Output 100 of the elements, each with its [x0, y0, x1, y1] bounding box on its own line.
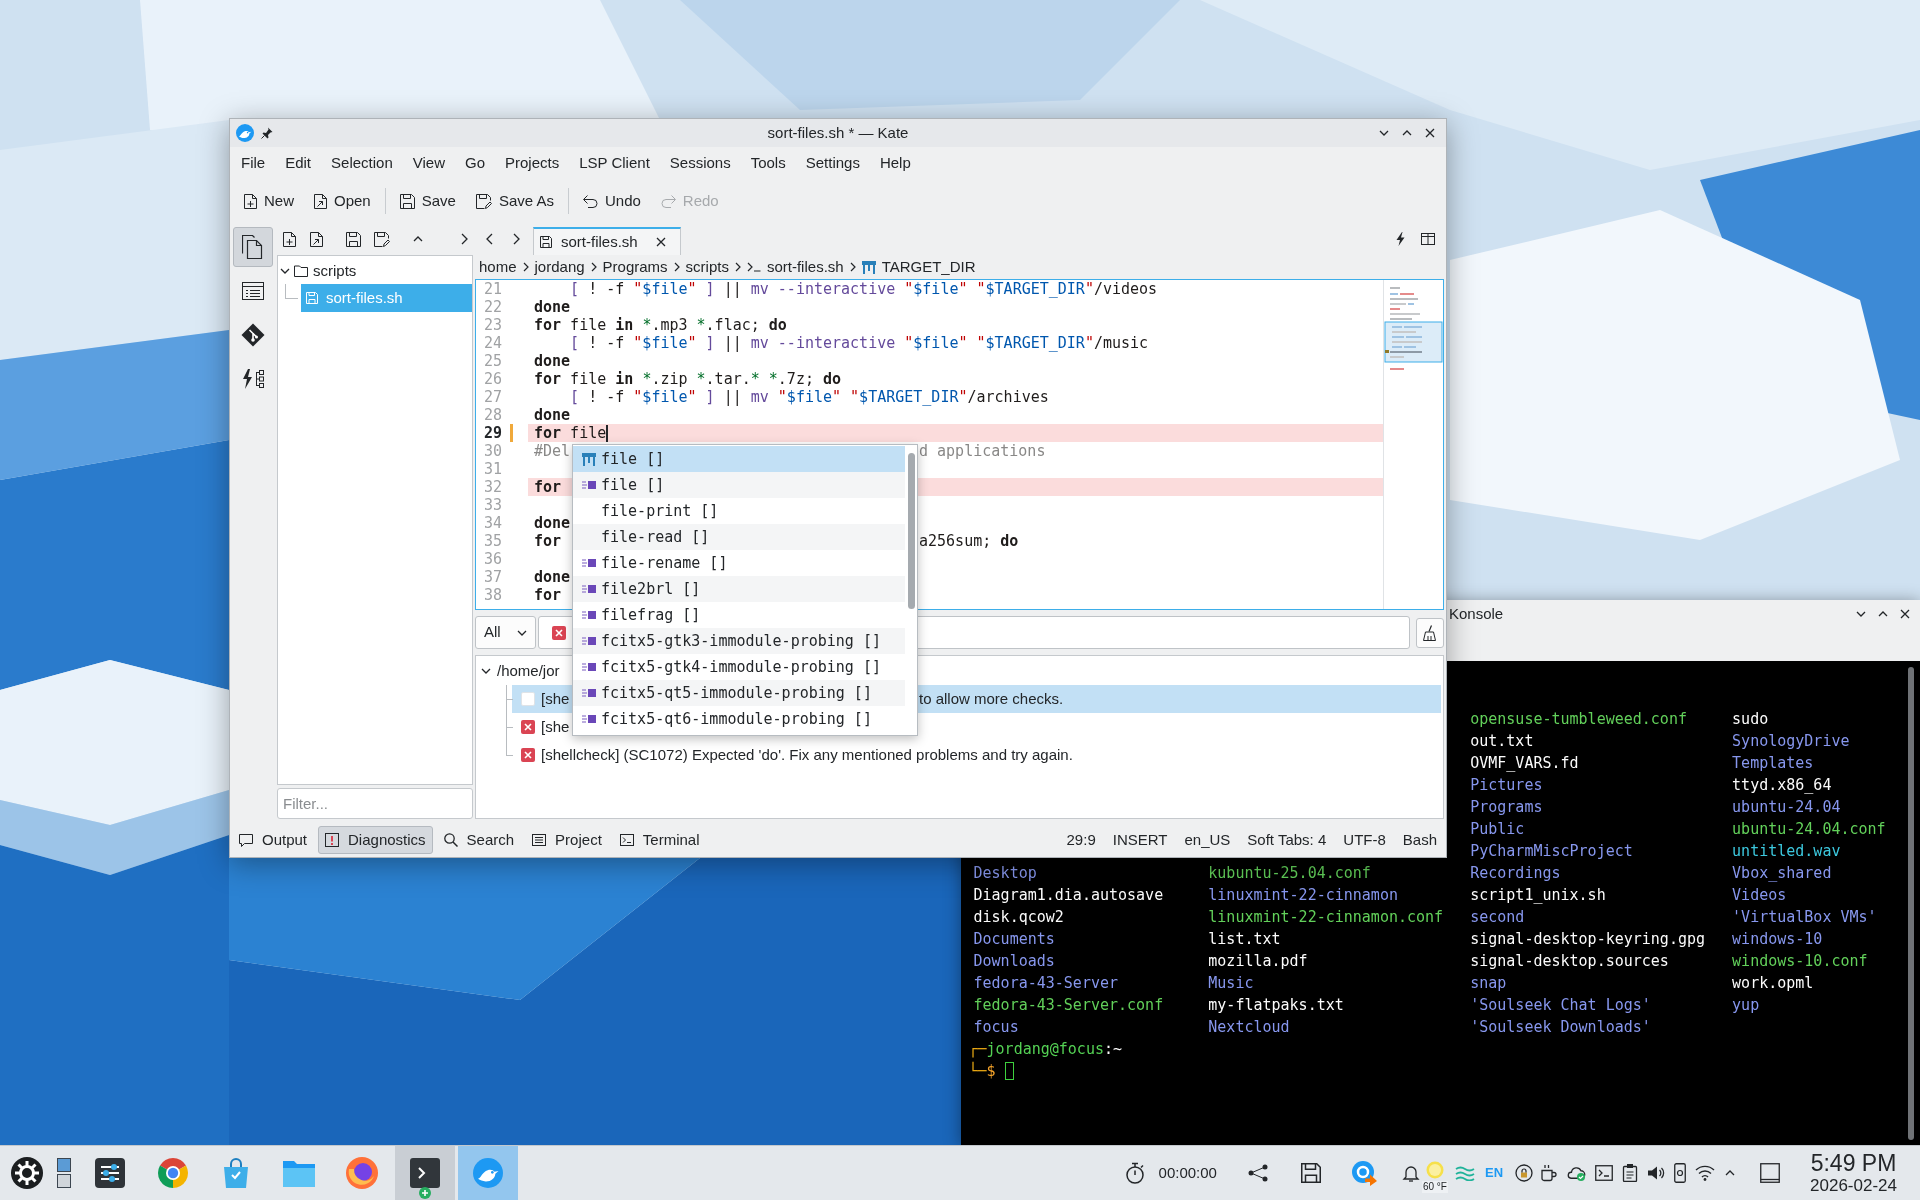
line-number: 24 [483, 334, 502, 352]
menu-item[interactable]: Go [455, 149, 495, 177]
breadcrumb-item[interactable]: home [479, 255, 517, 279]
round-logo-icon[interactable] [157, 1157, 189, 1189]
minimize-icon[interactable] [1856, 611, 1866, 617]
chevron-up-icon[interactable] [1725, 1170, 1736, 1176]
lock-circle-icon[interactable] [1515, 1164, 1534, 1182]
timer-text[interactable]: 00:00:00 [1158, 1161, 1217, 1185]
scope-dropdown[interactable]: All [475, 616, 536, 649]
close-icon[interactable] [1900, 609, 1910, 619]
toolbar-item[interactable]: Save As [469, 185, 560, 217]
bell-icon[interactable] [1401, 1164, 1420, 1182]
taskbar-button[interactable] [395, 1146, 455, 1200]
panel-tab[interactable]: Output [232, 826, 315, 854]
bird-icon[interactable] [236, 124, 254, 142]
error-icon[interactable] [552, 625, 566, 640]
completion-item[interactable]: fcitx5-qt5-immodule-probing [] [573, 680, 905, 706]
close-icon[interactable] [1425, 128, 1435, 138]
menu-item[interactable]: Tools [740, 149, 796, 177]
chevron-left-icon[interactable] [486, 233, 493, 245]
toolbar-item[interactable]: Save [393, 185, 462, 217]
breadcrumb-item[interactable]: TARGET_DIR [861, 255, 976, 279]
stacked-squares-icon[interactable] [57, 1158, 71, 1188]
clock-date[interactable]: 2026-02-24 [1810, 1176, 1897, 1196]
floppy-icon[interactable] [1300, 1163, 1321, 1183]
scrollbar-thumb[interactable] [907, 453, 915, 609]
completion-item[interactable]: file2brl [] [573, 576, 905, 602]
status-item[interactable]: 29:9 [1066, 828, 1096, 852]
panel-tab[interactable]: Project [525, 826, 609, 854]
bolt-icon[interactable] [1396, 232, 1405, 246]
globe-logo-icon[interactable] [346, 1157, 378, 1189]
breadcrumb-item[interactable]: scripts [685, 255, 729, 279]
panel-tab[interactable]: Search [436, 826, 522, 854]
chevron-down-icon[interactable] [481, 668, 491, 674]
cup-icon[interactable] [1540, 1164, 1559, 1182]
maximize-icon[interactable] [1402, 130, 1412, 136]
list-icon[interactable] [241, 282, 264, 300]
chevron-up-icon[interactable] [413, 236, 423, 242]
close-icon[interactable] [655, 237, 666, 247]
filter-field[interactable]: Filter... [277, 788, 473, 819]
file-name: out.txt [1470, 731, 1534, 752]
bolt-tree-icon[interactable] [241, 369, 264, 389]
scrollbar[interactable] [1908, 667, 1914, 1140]
floppy-icon[interactable] [346, 231, 361, 247]
speaker-icon[interactable] [1647, 1165, 1666, 1181]
floppy-pencil-icon[interactable] [374, 231, 390, 247]
breadcrumb-item[interactable]: jordang [534, 255, 585, 279]
completion-item[interactable]: file-read [] [573, 524, 905, 550]
panel-tab[interactable]: Terminal [612, 826, 707, 854]
pin-icon[interactable] [261, 127, 273, 139]
menu-item[interactable]: Projects [495, 149, 570, 177]
breadcrumb-item[interactable]: Programs [602, 255, 668, 279]
show-desktop-icon[interactable] [1760, 1163, 1781, 1183]
menu-item[interactable]: Selection [321, 149, 403, 177]
toolbar-item[interactable]: Undo [576, 185, 647, 217]
menu-item[interactable]: Edit [275, 149, 322, 177]
status-item[interactable]: en_US [1184, 828, 1231, 852]
menu-item[interactable]: Settings [795, 149, 870, 177]
panel-tab[interactable]: Diagnostics [318, 826, 433, 854]
stopwatch-icon[interactable] [1124, 1162, 1145, 1184]
status-item[interactable]: Bash [1402, 828, 1437, 852]
menu-item[interactable]: View [402, 149, 455, 177]
new-document-icon[interactable] [283, 231, 296, 247]
tree-item[interactable]: /home/jor [497, 659, 560, 683]
editor-tab[interactable]: sort-files.sh [533, 227, 681, 255]
toolbar-item[interactable]: Open [308, 185, 377, 217]
phone-icon[interactable] [1674, 1163, 1687, 1183]
bag-icon[interactable] [222, 1158, 250, 1188]
clipboard-icon[interactable] [1622, 1164, 1639, 1182]
split-view-icon[interactable] [1421, 233, 1435, 245]
wifi-icon[interactable] [1695, 1165, 1716, 1181]
nodes-icon[interactable] [1247, 1164, 1268, 1182]
toolbar-item[interactable]: New [238, 185, 300, 217]
chevron-right-icon[interactable] [513, 233, 520, 245]
menu-item[interactable]: LSP Client [569, 149, 660, 177]
completion-item[interactable]: fcitx5-gtk3-immodule-probing [] [573, 628, 905, 654]
menu-item[interactable]: Sessions [659, 149, 741, 177]
menu-item[interactable]: Help [869, 149, 921, 177]
cloud-check-icon[interactable] [1566, 1165, 1587, 1181]
status-item[interactable]: INSERT [1112, 828, 1168, 852]
status-item[interactable]: Soft Tabs: 4 [1247, 828, 1327, 852]
completion-item[interactable]: file [] [573, 472, 905, 498]
clear-button[interactable] [1416, 617, 1444, 648]
sliders-icon[interactable] [95, 1158, 125, 1188]
tree-item[interactable]: scripts [294, 258, 361, 284]
status-item[interactable]: UTF-8 [1343, 828, 1386, 852]
clock-time[interactable]: 5:49 PM [1810, 1150, 1897, 1176]
gear-icon[interactable] [11, 1157, 43, 1189]
completion-item[interactable]: file [] [573, 446, 905, 472]
menu-item[interactable]: File [231, 149, 276, 177]
chevron-right-icon[interactable] [461, 233, 468, 245]
side-panel-button[interactable] [232, 227, 273, 267]
maximize-icon[interactable] [1878, 611, 1888, 617]
git-icon[interactable] [240, 323, 265, 347]
terminal-icon[interactable] [1595, 1165, 1614, 1181]
document-arrow-icon[interactable] [310, 231, 323, 247]
breadcrumb-item[interactable]: sort-files.sh [746, 255, 844, 279]
minimize-icon[interactable] [1379, 130, 1389, 136]
chevron-down-icon[interactable] [280, 268, 290, 274]
exclamation-icon [325, 833, 340, 847]
